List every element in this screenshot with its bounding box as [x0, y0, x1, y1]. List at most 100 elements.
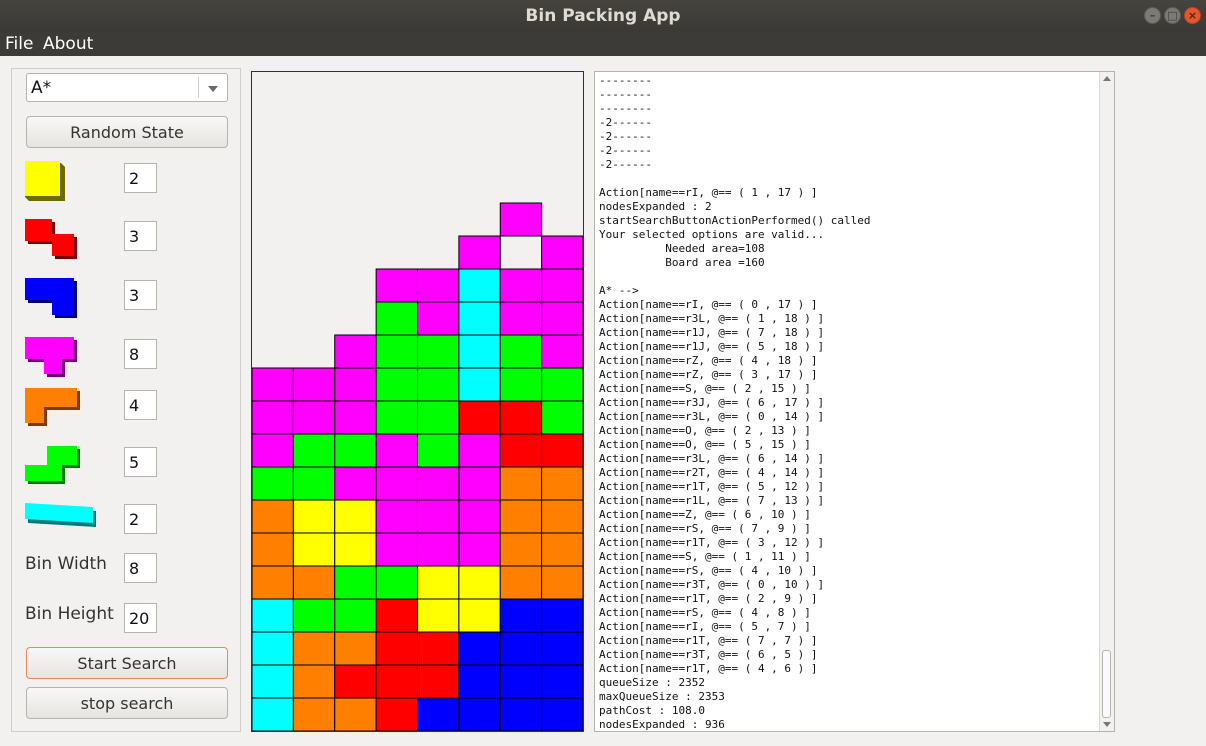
bin-cell — [499, 664, 543, 699]
minimize-icon[interactable]: – — [1144, 7, 1161, 24]
bin-cell — [541, 598, 583, 633]
chevron-down-icon[interactable] — [208, 86, 218, 92]
bin-cell — [541, 268, 583, 303]
bin-height-input[interactable]: 20 — [124, 603, 157, 633]
bin-cell — [252, 697, 294, 731]
z-count-input[interactable]: 3 — [124, 221, 157, 251]
bin-cell — [499, 697, 543, 731]
bin-cell — [417, 697, 460, 731]
bin-cell — [375, 367, 419, 402]
bin-cell — [375, 268, 419, 303]
bin-cell — [334, 499, 377, 534]
j-piece-icon — [25, 278, 77, 318]
bin-cell — [292, 598, 336, 633]
menu-file[interactable]: File — [5, 34, 33, 54]
bin-cell — [292, 466, 336, 501]
bin-cell — [292, 499, 336, 534]
scroll-down-icon[interactable] — [1103, 722, 1111, 727]
bin-cell — [292, 532, 336, 567]
bin-cell — [292, 400, 336, 435]
close-icon[interactable]: × — [1184, 7, 1201, 24]
i-count-input[interactable]: 2 — [124, 504, 157, 534]
bin-cell — [499, 367, 543, 402]
j-count-input[interactable]: 3 — [124, 280, 157, 310]
bin-cell — [541, 532, 583, 567]
bin-cell — [458, 235, 501, 270]
scroll-thumb[interactable] — [1102, 650, 1111, 718]
bin-cell — [499, 598, 543, 633]
bin-cell — [458, 400, 501, 435]
bin-cell — [252, 598, 294, 633]
bin-cell — [334, 565, 377, 600]
bin-cell — [252, 631, 294, 666]
log-text: -------- -------- -------- -2------ -2--… — [599, 74, 871, 731]
t-count-input[interactable]: 8 — [124, 339, 157, 369]
start-search-button[interactable]: Start Search — [26, 647, 228, 679]
bin-cell — [541, 334, 583, 369]
bin-cell — [499, 631, 543, 666]
bin-cell — [458, 565, 501, 600]
bin-cell — [417, 664, 460, 699]
bin-cell — [541, 367, 583, 402]
bin-cell — [499, 202, 543, 237]
bin-cell — [334, 433, 377, 468]
bin-cell — [541, 499, 583, 534]
bin-cell — [417, 433, 460, 468]
algorithm-select[interactable]: A* — [26, 73, 228, 102]
bin-cell — [541, 466, 583, 501]
log-panel[interactable]: -------- -------- -------- -2------ -2--… — [594, 71, 1115, 732]
bin-cell — [499, 301, 543, 336]
bin-cell — [292, 367, 336, 402]
o-count-input[interactable]: 2 — [124, 163, 157, 193]
bin-cell — [499, 532, 543, 567]
bin-cell — [541, 697, 583, 731]
maximize-icon[interactable]: □ — [1164, 7, 1181, 24]
bin-cell — [252, 565, 294, 600]
bin-cell — [499, 565, 543, 600]
bin-cell — [541, 235, 583, 270]
bin-cell — [252, 532, 294, 567]
random-state-button[interactable]: Random State — [26, 116, 228, 148]
bin-cell — [252, 664, 294, 699]
bin-cell — [375, 499, 419, 534]
bin-cell — [292, 433, 336, 468]
l-piece-icon — [25, 388, 80, 426]
bin-cell — [417, 631, 460, 666]
bin-cell — [499, 433, 543, 468]
o-piece-icon — [25, 161, 65, 201]
bin-cell — [334, 532, 377, 567]
bin-cell — [375, 664, 419, 699]
bin-cell — [541, 664, 583, 699]
bin-cell — [458, 334, 501, 369]
bin-width-input[interactable]: 8 — [124, 553, 157, 583]
bin-cell — [292, 697, 336, 731]
bin-cell — [334, 367, 377, 402]
bin-cell — [417, 301, 460, 336]
s-piece-icon — [25, 446, 80, 484]
bin-cell — [375, 532, 419, 567]
bin-cell — [334, 334, 377, 369]
bin-cell — [417, 565, 460, 600]
window-title: Bin Packing App — [525, 6, 681, 26]
menu-about[interactable]: About — [43, 34, 93, 54]
bin-cell — [334, 631, 377, 666]
t-piece-icon — [25, 337, 77, 377]
stop-search-button[interactable]: stop search — [26, 687, 228, 719]
bin-cell — [541, 400, 583, 435]
bin-cell — [375, 631, 419, 666]
bin-cell — [458, 301, 501, 336]
bin-cell — [375, 433, 419, 468]
s-count-input[interactable]: 5 — [124, 447, 157, 477]
z-piece-icon — [25, 219, 77, 259]
bin-cell — [334, 598, 377, 633]
bin-cell — [458, 697, 501, 731]
log-scrollbar[interactable] — [1099, 72, 1114, 731]
bin-cell — [334, 400, 377, 435]
l-count-input[interactable]: 4 — [124, 390, 157, 420]
bin-board-grid — [252, 202, 583, 731]
bin-cell — [252, 466, 294, 501]
bin-board — [251, 71, 584, 732]
scroll-up-icon[interactable] — [1103, 76, 1111, 81]
bin-cell — [417, 598, 460, 633]
bin-width-label: Bin Width — [25, 554, 107, 574]
